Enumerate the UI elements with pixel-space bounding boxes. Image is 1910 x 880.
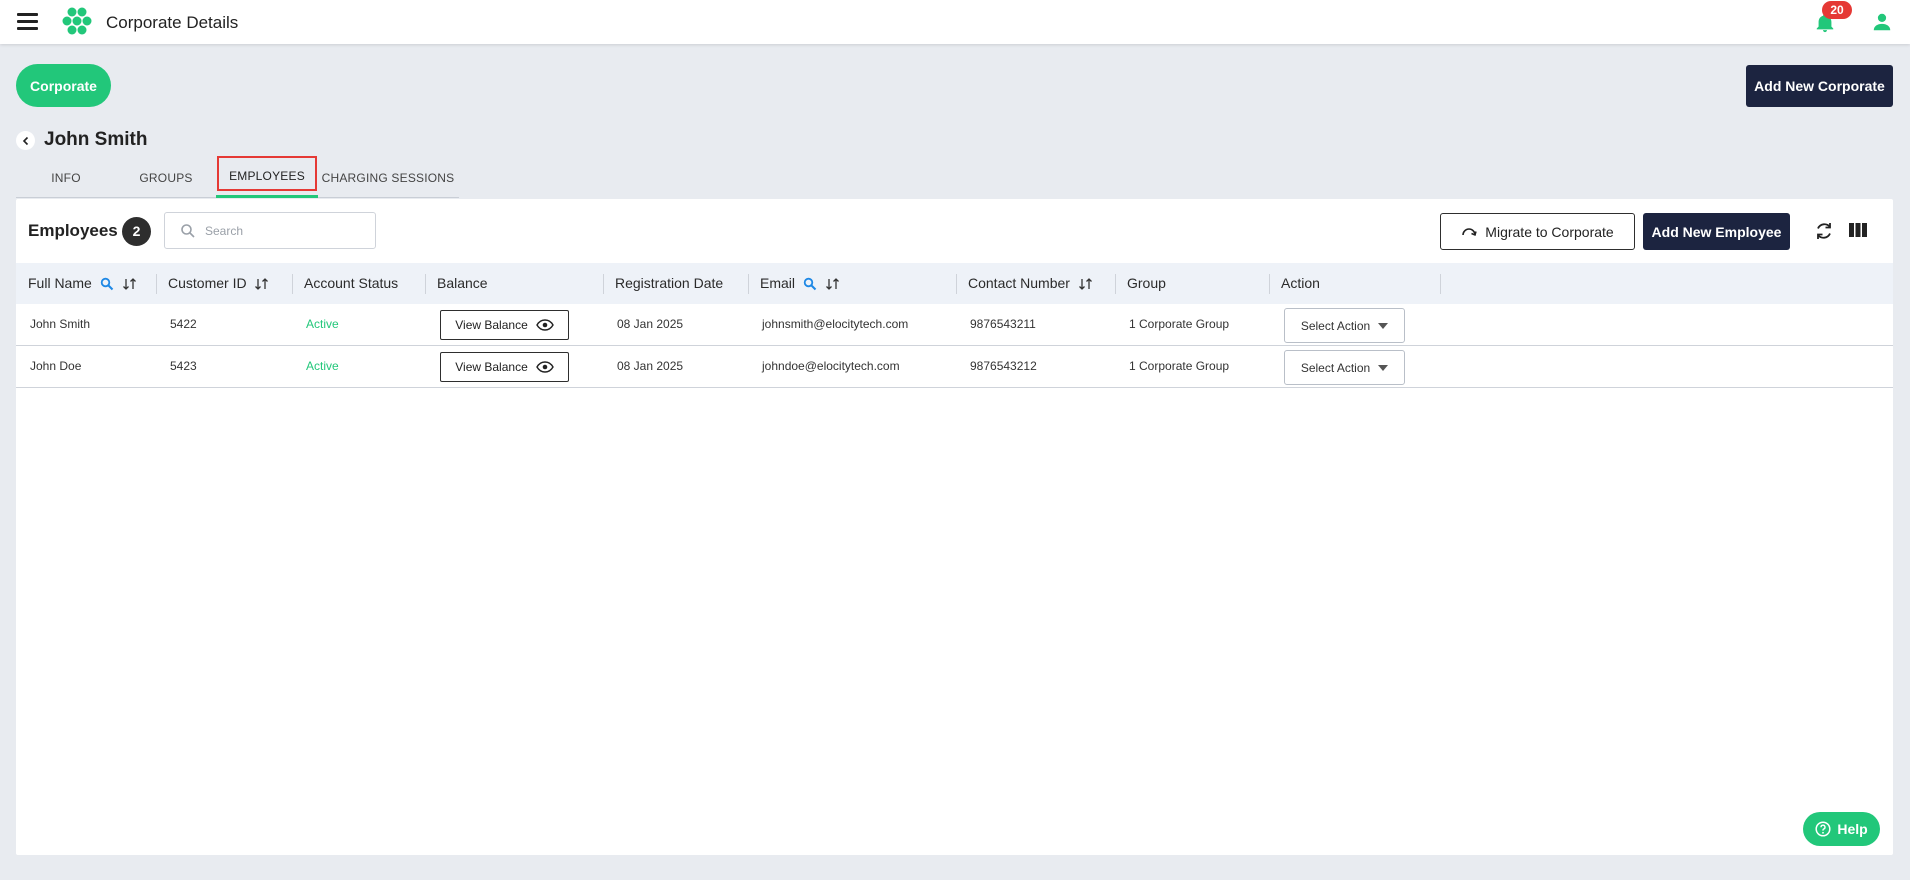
cell-customer-id: 5422 xyxy=(170,317,197,331)
column-search-icon[interactable] xyxy=(100,277,114,291)
employees-count-badge: 2 xyxy=(122,217,151,246)
cell-full-name: John Smith xyxy=(30,317,91,331)
column-search-icon[interactable] xyxy=(803,277,817,291)
column-header-group: Group xyxy=(1127,275,1166,291)
corporate-button[interactable]: Corporate xyxy=(16,64,111,107)
caret-down-icon xyxy=(1378,322,1389,329)
tab-employees[interactable]: EMPLOYEES xyxy=(216,158,318,198)
select-action-dropdown[interactable]: Select Action xyxy=(1284,308,1405,343)
search-field[interactable] xyxy=(164,212,376,249)
notification-count-badge: 20 xyxy=(1822,1,1852,19)
help-label: Help xyxy=(1837,821,1868,837)
migrate-to-corporate-button[interactable]: Migrate to Corporate xyxy=(1440,213,1635,250)
sort-icon[interactable] xyxy=(1078,277,1094,291)
view-balance-label: View Balance xyxy=(455,360,528,374)
migrate-icon xyxy=(1462,227,1478,236)
cell-contact-number: 9876543211 xyxy=(970,317,1036,331)
cell-account-status: Active xyxy=(306,359,339,373)
column-label: Full Name xyxy=(28,275,92,291)
table-row: John Smith 5422 Active View Balance 08 J… xyxy=(16,304,1893,346)
cell-contact-number: 9876543212 xyxy=(970,359,1037,373)
sort-icon[interactable] xyxy=(254,277,270,291)
cell-email: johnsmith@elocitytech.com xyxy=(762,317,909,331)
column-header-contact-number: Contact Number xyxy=(956,263,1094,304)
cell-registration-date: 08 Jan 2025 xyxy=(617,317,684,331)
help-icon xyxy=(1815,821,1831,837)
page-title: Corporate Details xyxy=(106,13,239,32)
search-input[interactable] xyxy=(205,221,365,241)
tab-bar: INFO GROUPS EMPLOYEES CHARGING SESSIONS xyxy=(16,158,459,198)
tab-groups[interactable]: GROUPS xyxy=(116,158,216,198)
select-action-label: Select Action xyxy=(1300,360,1371,375)
column-label: Email xyxy=(760,275,796,291)
view-balance-button[interactable]: View Balance xyxy=(440,310,569,340)
employees-title: Employees xyxy=(28,221,118,240)
cell-customer-id: 5423 xyxy=(170,359,197,373)
top-bar: Corporate Details 20 xyxy=(0,0,1910,44)
cell-group: 1 Corporate Group xyxy=(1129,317,1230,331)
column-header-balance: Balance xyxy=(437,275,488,291)
cell-group: 1 Corporate Group xyxy=(1129,359,1230,373)
add-new-corporate-button[interactable]: Add New Corporate xyxy=(1746,65,1893,107)
column-label: Customer ID xyxy=(168,275,247,291)
cell-full-name: John Doe xyxy=(30,359,82,373)
migrate-label: Migrate to Corporate xyxy=(1485,223,1614,240)
tab-info[interactable]: INFO xyxy=(16,158,116,198)
active-tab-underline xyxy=(216,195,318,198)
table-header: Full Name Customer ID Account Status Bal… xyxy=(16,263,1893,304)
back-chevron-icon[interactable] xyxy=(16,131,35,150)
view-balance-label: View Balance xyxy=(455,318,528,332)
column-separator xyxy=(1440,274,1441,294)
eye-icon xyxy=(535,361,554,373)
add-new-employee-button[interactable]: Add New Employee xyxy=(1643,213,1790,250)
select-action-label: Select Action xyxy=(1300,318,1371,333)
columns-view-icon[interactable] xyxy=(1848,221,1868,239)
sort-icon[interactable] xyxy=(122,277,138,291)
caret-down-icon xyxy=(1378,364,1389,371)
logo-icon xyxy=(62,7,92,35)
column-header-registration-date: Registration Date xyxy=(615,275,724,291)
column-label: Contact Number xyxy=(968,275,1070,291)
user-profile-icon[interactable] xyxy=(1871,11,1893,33)
column-header-customer-id: Customer ID xyxy=(156,263,270,304)
view-balance-button[interactable]: View Balance xyxy=(440,352,569,382)
column-header-full-name: Full Name xyxy=(16,263,138,304)
table-row: John Doe 5423 Active View Balance 08 Jan… xyxy=(16,346,1893,388)
hamburger-menu-icon[interactable] xyxy=(17,13,38,30)
cell-email: johndoe@elocitytech.com xyxy=(762,359,900,373)
cell-registration-date: 08 Jan 2025 xyxy=(617,359,684,373)
column-header-email: Email xyxy=(748,263,841,304)
column-header-action: Action xyxy=(1281,275,1320,291)
corporate-user-name: John Smith xyxy=(44,129,148,150)
search-icon xyxy=(181,224,195,238)
select-action-dropdown[interactable]: Select Action xyxy=(1284,350,1405,385)
help-button[interactable]: Help xyxy=(1803,812,1880,846)
tab-charging-sessions[interactable]: CHARGING SESSIONS xyxy=(318,158,458,198)
employees-panel: Employees 2 Migrate to Corporate Add New… xyxy=(16,199,1893,855)
cell-account-status: Active xyxy=(306,317,339,331)
column-header-account-status: Account Status xyxy=(304,275,399,291)
eye-icon xyxy=(535,319,554,331)
refresh-icon[interactable] xyxy=(1813,220,1835,242)
sort-icon[interactable] xyxy=(825,277,841,291)
